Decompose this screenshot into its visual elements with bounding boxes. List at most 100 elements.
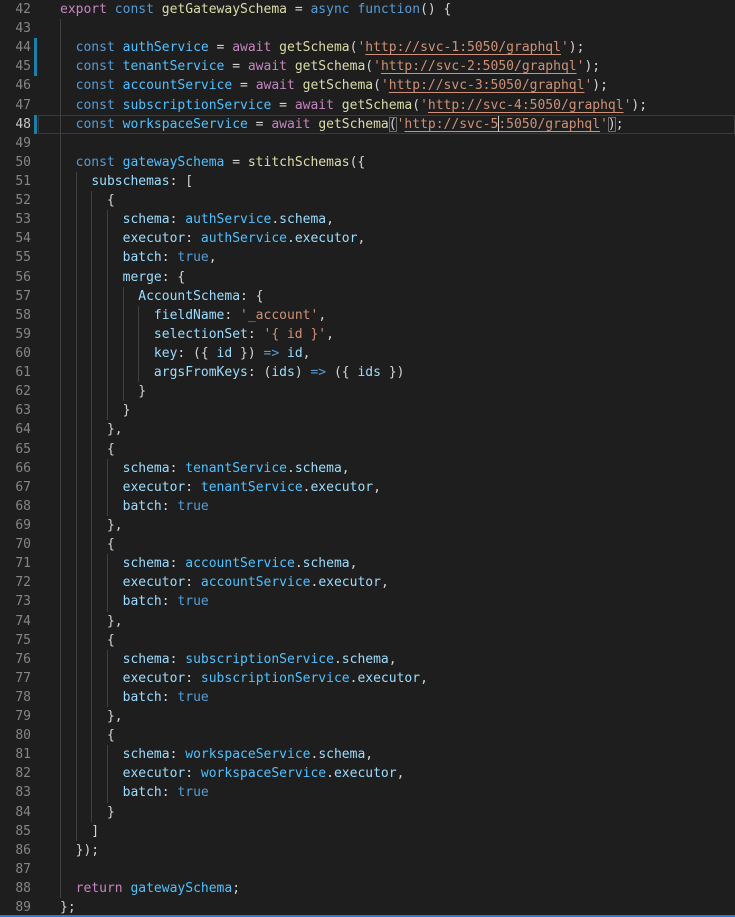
line-content-area[interactable]: }); [38, 841, 735, 860]
line-number[interactable]: 74 [0, 612, 31, 631]
line-content-area[interactable]: executor: workspaceService.executor, [38, 764, 735, 783]
line-content-area[interactable]: schema: tenantService.schema, [38, 459, 735, 478]
line-number[interactable]: 84 [0, 803, 31, 822]
code-line[interactable]: 64 }, [0, 420, 735, 439]
line-number[interactable]: 66 [0, 459, 31, 478]
code-line[interactable]: 53 schema: authService.schema, [0, 210, 735, 229]
line-content-area[interactable]: }, [38, 420, 735, 439]
code-line[interactable]: 62 } [0, 382, 735, 401]
code-editor[interactable]: 42export const getGatewaySchema = async … [0, 0, 735, 917]
line-content-area[interactable] [38, 860, 735, 879]
code-line[interactable]: 87 [0, 860, 735, 879]
line-number[interactable]: 75 [0, 631, 31, 650]
line-content-area[interactable]: schema: subscriptionService.schema, [38, 650, 735, 669]
line-number[interactable]: 88 [0, 879, 31, 898]
line-number[interactable]: 87 [0, 860, 31, 879]
line-number[interactable]: 80 [0, 726, 31, 745]
line-number[interactable]: 54 [0, 229, 31, 248]
code-line[interactable]: 50 const gatewaySchema = stitchSchemas({ [0, 153, 735, 172]
line-number[interactable]: 86 [0, 841, 31, 860]
line-number[interactable]: 78 [0, 688, 31, 707]
line-content-area[interactable]: const tenantService = await getSchema('h… [38, 57, 735, 76]
code-line[interactable]: 75 { [0, 631, 735, 650]
code-line[interactable]: 67 executor: tenantService.executor, [0, 478, 735, 497]
code-line[interactable]: 78 batch: true [0, 688, 735, 707]
code-line[interactable]: 54 executor: authService.executor, [0, 229, 735, 248]
line-number[interactable]: 67 [0, 478, 31, 497]
line-content-area[interactable]: batch: true [38, 497, 735, 516]
line-content-area[interactable]: batch: true [38, 783, 735, 802]
line-number[interactable]: 60 [0, 344, 31, 363]
code-line[interactable]: 82 executor: workspaceService.executor, [0, 764, 735, 783]
line-content-area[interactable]: batch: true [38, 592, 735, 611]
line-content-area[interactable]: const gatewaySchema = stitchSchemas({ [38, 153, 735, 172]
code-line[interactable]: 60 key: ({ id }) => id, [0, 344, 735, 363]
line-content-area[interactable]: }, [38, 707, 735, 726]
line-content-area[interactable] [38, 19, 735, 38]
code-line[interactable]: 59 selectionSet: '{ id }', [0, 325, 735, 344]
line-number[interactable]: 77 [0, 669, 31, 688]
code-line[interactable]: 79 }, [0, 707, 735, 726]
line-content-area[interactable]: subschemas: [ [38, 172, 735, 191]
line-content-area[interactable]: schema: workspaceService.schema, [38, 745, 735, 764]
code-line[interactable]: 72 executor: accountService.executor, [0, 573, 735, 592]
line-content-area[interactable]: executor: authService.executor, [38, 229, 735, 248]
line-content-area[interactable]: fieldName: '_account', [38, 306, 735, 325]
line-content-area[interactable]: } [38, 401, 735, 420]
line-content-area[interactable]: { [38, 535, 735, 554]
code-line[interactable]: 55 batch: true, [0, 248, 735, 267]
line-content-area[interactable] [38, 134, 735, 153]
code-line[interactable]: 73 batch: true [0, 592, 735, 611]
line-content-area[interactable]: batch: true [38, 688, 735, 707]
code-line[interactable]: 81 schema: workspaceService.schema, [0, 745, 735, 764]
line-content-area[interactable]: } [38, 803, 735, 822]
code-line[interactable]: 86 }); [0, 841, 735, 860]
line-content-area[interactable]: const workspaceService = await getSchema… [38, 115, 735, 134]
line-number[interactable]: 63 [0, 401, 31, 420]
code-line[interactable]: 74 }, [0, 612, 735, 631]
line-number[interactable]: 61 [0, 363, 31, 382]
line-number[interactable]: 65 [0, 440, 31, 459]
code-line[interactable]: 43 [0, 19, 735, 38]
line-number[interactable]: 51 [0, 172, 31, 191]
code-line[interactable]: 49 [0, 134, 735, 153]
code-line[interactable]: 68 batch: true [0, 497, 735, 516]
line-content-area[interactable]: argsFromKeys: (ids) => ({ ids }) [38, 363, 735, 382]
line-content-area[interactable]: schema: accountService.schema, [38, 554, 735, 573]
code-line[interactable]: 51 subschemas: [ [0, 172, 735, 191]
line-number[interactable]: 44 [0, 38, 31, 57]
line-number[interactable]: 47 [0, 96, 31, 115]
line-number[interactable]: 57 [0, 287, 31, 306]
line-content-area[interactable]: selectionSet: '{ id }', [38, 325, 735, 344]
line-number[interactable]: 70 [0, 535, 31, 554]
code-line[interactable]: 69 }, [0, 516, 735, 535]
line-number[interactable]: 52 [0, 191, 31, 210]
line-content-area[interactable]: AccountSchema: { [38, 287, 735, 306]
code-line[interactable]: 47 const subscriptionService = await get… [0, 96, 735, 115]
code-line[interactable]: 83 batch: true [0, 783, 735, 802]
code-line[interactable]: 57 AccountSchema: { [0, 287, 735, 306]
line-number[interactable]: 85 [0, 822, 31, 841]
code-line[interactable]: 88 return gatewaySchema; [0, 879, 735, 898]
code-line[interactable]: 58 fieldName: '_account', [0, 306, 735, 325]
line-number[interactable]: 64 [0, 420, 31, 439]
code-line[interactable]: 45 const tenantService = await getSchema… [0, 57, 735, 76]
code-line[interactable]: 85 ] [0, 822, 735, 841]
code-line[interactable]: 56 merge: { [0, 268, 735, 287]
code-line[interactable]: 63 } [0, 401, 735, 420]
line-number[interactable]: 56 [0, 268, 31, 287]
line-number[interactable]: 62 [0, 382, 31, 401]
line-content-area[interactable]: batch: true, [38, 248, 735, 267]
code-line[interactable]: 52 { [0, 191, 735, 210]
code-line[interactable]: 66 schema: tenantService.schema, [0, 459, 735, 478]
code-line[interactable]: 65 { [0, 440, 735, 459]
line-content-area[interactable]: { [38, 726, 735, 745]
code-line[interactable]: 84 } [0, 803, 735, 822]
line-number[interactable]: 42 [0, 0, 31, 19]
line-number[interactable]: 73 [0, 592, 31, 611]
line-content-area[interactable]: { [38, 631, 735, 650]
code-line[interactable]: 70 { [0, 535, 735, 554]
line-number[interactable]: 49 [0, 134, 31, 153]
line-content-area[interactable]: merge: { [38, 268, 735, 287]
code-line[interactable]: 44 const authService = await getSchema('… [0, 38, 735, 57]
